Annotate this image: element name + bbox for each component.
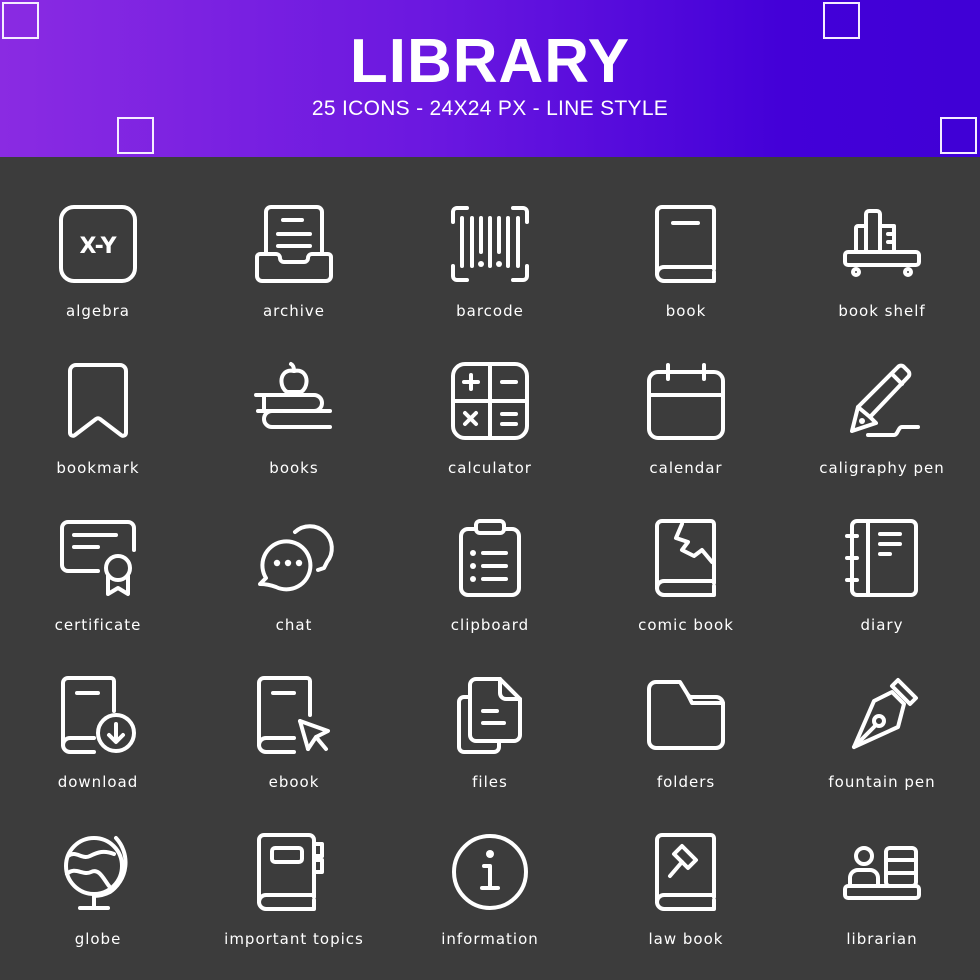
ebook-icon (257, 676, 330, 754)
page-title: LIBRARY (349, 27, 631, 96)
fountain-pen-icon (852, 678, 918, 749)
icon-cell-comic-book: comic book (588, 471, 784, 634)
files-icon (457, 677, 522, 754)
icon-cell-law-book: law book (588, 785, 784, 948)
svg-text:X-Y: X-Y (80, 234, 118, 259)
icon-cell-globe: globe (0, 785, 196, 948)
chat-icon (258, 524, 334, 592)
icon-cell-calendar: calendar (588, 314, 784, 477)
icon-cell-certificate: certificate (0, 471, 196, 634)
calculator-icon (451, 362, 529, 440)
icon-cell-librarian: librarian (784, 785, 980, 948)
calendar-icon (647, 363, 725, 440)
icon-cell-files: files (392, 628, 588, 791)
icon-label: important topics (224, 930, 364, 948)
icon-cell-archive: archive (196, 157, 392, 320)
icon-cell-folders: folders (588, 628, 784, 791)
icon-cell-clipboard: clipboard (392, 471, 588, 634)
page-subtitle: 25 ICONS - 24X24 PX - LINE STYLE (311, 97, 669, 120)
caligraphy-pen-icon (850, 363, 920, 437)
icon-label: librarian (846, 930, 918, 948)
books-icon (254, 362, 332, 429)
icon-cell-algebra: X-Y algebra (0, 157, 196, 320)
algebra-icon: X-Y (59, 205, 137, 283)
librarian-icon (843, 846, 921, 900)
icon-cell-chat: chat (196, 471, 392, 634)
icon-cell-barcode: barcode (392, 157, 588, 320)
folders-icon (647, 680, 725, 750)
diary-icon (845, 519, 918, 597)
header-banner: LIBRARY 25 ICONS - 24X24 PX - LINE STYLE (0, 0, 980, 157)
bookmark-icon (68, 363, 128, 438)
icon-cell-calculator: calculator (392, 314, 588, 477)
icon-cell-download: download (0, 628, 196, 791)
icon-cell-important-topics: important topics (196, 785, 392, 948)
icon-label: information (441, 930, 539, 948)
book-shelf-icon (843, 209, 921, 277)
download-icon (61, 676, 136, 754)
archive-icon (255, 205, 333, 283)
icon-cell-book-shelf: book shelf (784, 157, 980, 320)
icon-cell-fountain-pen: fountain pen (784, 628, 980, 791)
icon-cell-information: information (392, 785, 588, 948)
barcode-icon (451, 206, 529, 282)
icon-cell-book: book (588, 157, 784, 320)
icon-label: globe (74, 930, 122, 948)
icon-cell-books: books (196, 314, 392, 477)
icon-cell-bookmark: bookmark (0, 314, 196, 477)
comic-book-icon (655, 519, 716, 597)
important-topics-icon (257, 833, 324, 911)
icon-cell-ebook: ebook (196, 628, 392, 791)
globe-icon (64, 836, 128, 910)
icon-label: law book (648, 930, 724, 948)
icon-cell-diary: diary (784, 471, 980, 634)
clipboard-icon (459, 519, 521, 597)
certificate-icon (60, 520, 136, 596)
icon-grid: X-Y algebra archive barcode book book sh… (0, 157, 980, 980)
book-icon (655, 205, 716, 283)
icon-cell-caligraphy-pen: caligraphy pen (784, 314, 980, 477)
law-book-icon (655, 833, 716, 911)
information-icon (452, 834, 528, 910)
